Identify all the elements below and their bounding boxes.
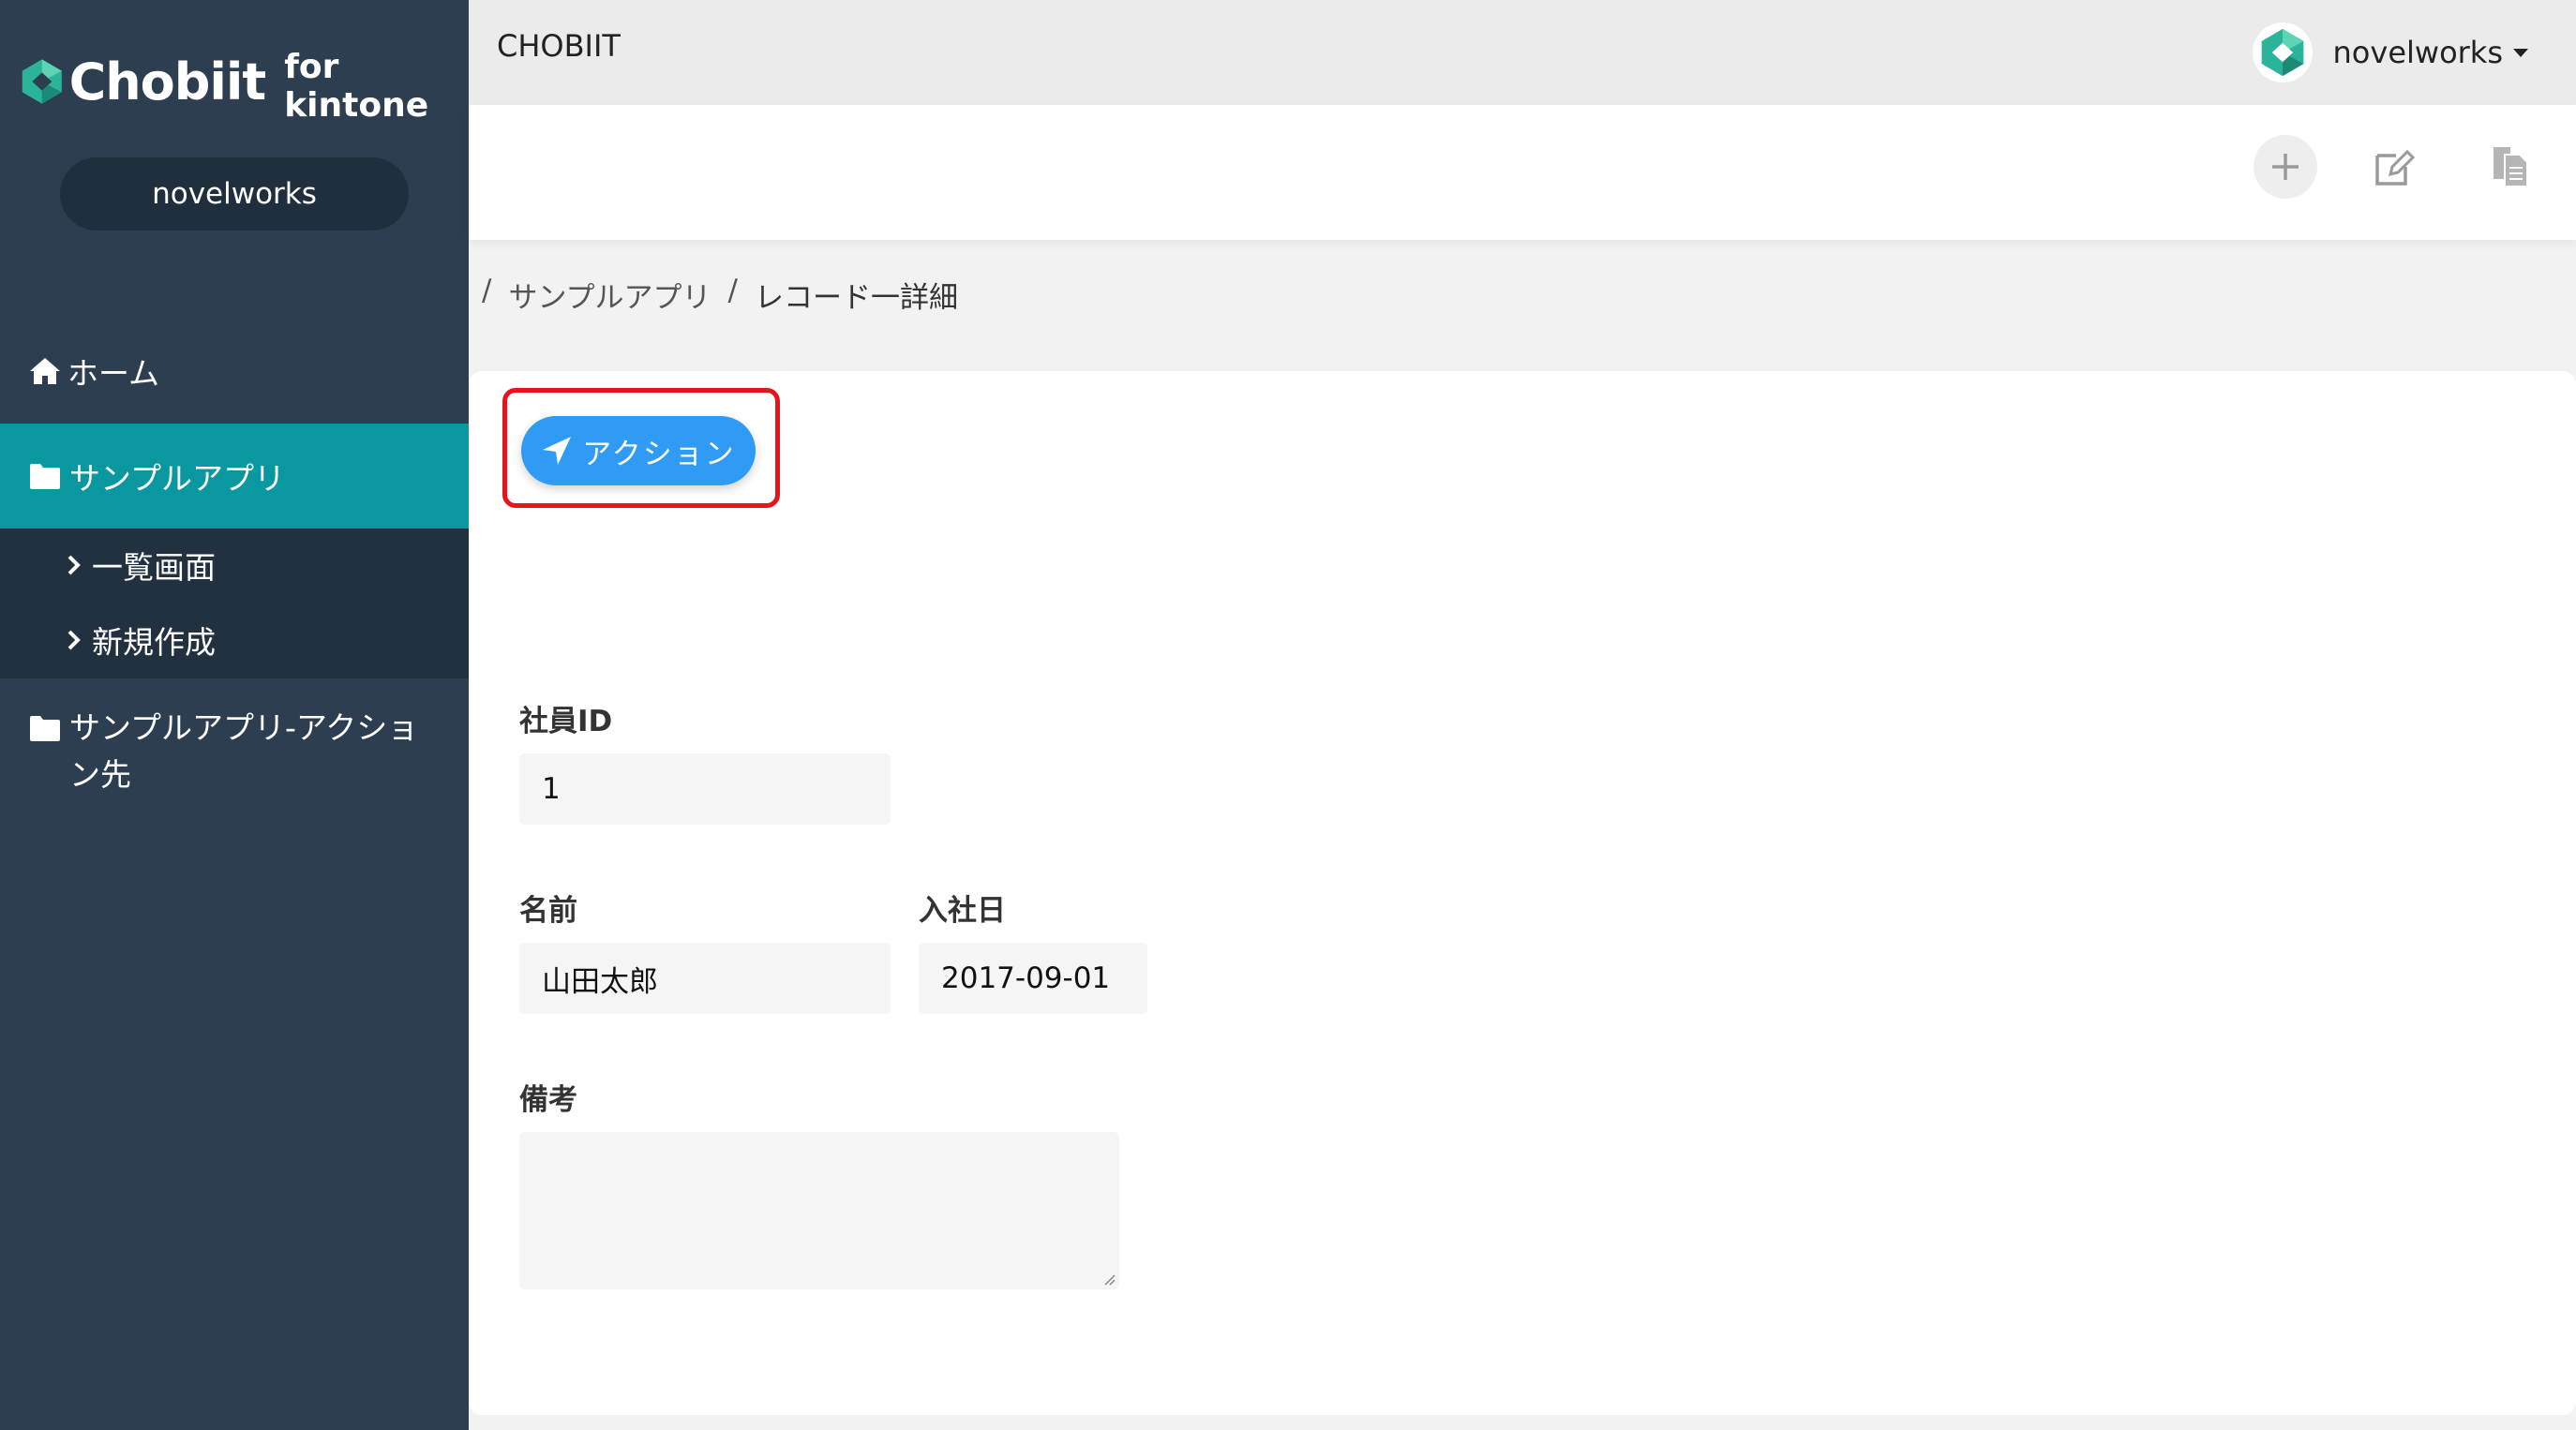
sidebar-item-sample-app[interactable]: サンプルアプリ [0,424,469,529]
user-menu[interactable]: novelworks [2252,22,2529,82]
location-arrow-icon [543,437,572,465]
chevron-right-icon [67,630,81,650]
avatar [2252,22,2313,82]
name-label: 名前 [519,894,577,928]
add-record-button[interactable] [2254,135,2317,199]
sidebar-item-home[interactable]: ホーム [0,337,469,405]
header-title: CHOBIIT [497,28,621,64]
edit-record-button[interactable] [2362,135,2426,199]
sidebar: Chobiit for kintone novelworks ホーム サンプルア… [0,0,469,1430]
sidebar-item-label: ホーム [67,355,160,392]
chobiit-logo-icon [22,59,62,104]
name-field[interactable]: 山田太郎 [519,943,891,1014]
sidebar-item-sample-app-action[interactable]: サンプルアプリ-アクション先 [0,705,469,808]
chobiit-logo-icon [2261,28,2303,77]
sidebar-subitem-list[interactable]: 一覧画面 [0,532,469,598]
brand-subtitle: for kintone [284,48,429,125]
caret-down-icon [2513,49,2528,57]
org-selector[interactable]: novelworks [60,157,409,231]
plus-icon [2272,154,2299,180]
action-button[interactable]: アクション [521,416,756,485]
copy-icon [2494,147,2528,187]
sidebar-subitem-label: 新規作成 [92,624,216,661]
sidebar-item-label: サンプルアプリ-アクション先 [69,709,419,793]
breadcrumb-separator: / [482,274,492,307]
record-toolbar [469,105,2576,240]
edit-icon [2375,149,2416,186]
top-header: CHOBIIT novelworks [469,0,2576,105]
join-date-label: 入社日 [919,894,1006,928]
action-button-label: アクション [582,437,736,471]
chevron-right-icon [67,555,81,575]
employee-id-field[interactable]: 1 [519,753,891,825]
sidebar-subitem-label: 一覧画面 [92,549,216,586]
copy-record-button[interactable] [2479,135,2542,199]
home-icon [30,358,60,384]
folder-icon [30,716,60,741]
folder-icon [30,464,60,489]
breadcrumb-app-link[interactable]: サンプルアプリ [508,274,711,316]
breadcrumb-separator: / [727,274,738,307]
brand-logo[interactable]: Chobiit for kintone [21,48,469,125]
resize-handle-icon[interactable] [1101,1271,1116,1286]
employee-id-label: 社員ID [519,705,613,738]
join-date-field[interactable]: 2017-09-01 [919,943,1147,1014]
breadcrumb: / サンプルアプリ / レコード一詳細 [482,274,958,316]
note-label: 備考 [519,1083,577,1117]
note-textarea[interactable] [519,1132,1119,1289]
brand-name: Chobiit [68,52,267,112]
sidebar-item-label: サンプルアプリ [69,460,286,497]
breadcrumb-current: レコード一詳細 [754,281,958,315]
sidebar-subitem-new[interactable]: 新規作成 [0,607,469,673]
user-name: novelworks [2332,35,2503,70]
